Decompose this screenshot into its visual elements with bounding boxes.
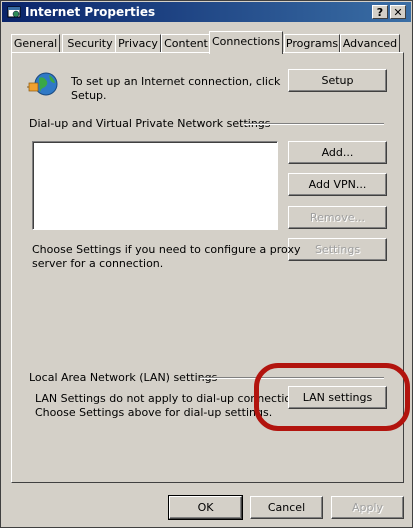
connections-listbox[interactable] (32, 141, 278, 230)
proxy-description-line2: server for a connection. (32, 257, 164, 270)
vpn-group-divider (244, 123, 384, 125)
tab-general[interactable]: General (11, 34, 60, 53)
vpn-section-heading: Dial-up and Virtual Private Network sett… (29, 117, 271, 130)
tab-security[interactable]: Security (62, 34, 118, 53)
internet-options-icon (7, 6, 21, 18)
highlight-annotation-ring (254, 363, 410, 431)
tab-privacy[interactable]: Privacy (115, 34, 161, 53)
tab-programs[interactable]: Programs (284, 34, 340, 53)
lan-description-line2: Choose Settings above for dial-up settin… (35, 406, 273, 419)
add-button[interactable]: Add... (288, 141, 387, 164)
tab-content[interactable]: Content (161, 34, 211, 53)
title-bar[interactable]: Internet Properties ? ✕ (2, 2, 411, 22)
window-title: Internet Properties (25, 5, 156, 19)
tab-advanced[interactable]: Advanced (340, 34, 400, 53)
add-vpn-button[interactable]: Add VPN... (288, 173, 387, 196)
internet-properties-dialog: Internet Properties ? ✕ General Security… (0, 0, 413, 528)
close-button[interactable]: ✕ (390, 5, 406, 19)
cancel-button[interactable]: Cancel (250, 496, 323, 519)
globe-connection-icon (27, 72, 58, 96)
lan-section-heading: Local Area Network (LAN) settings (29, 371, 218, 384)
setup-button[interactable]: Setup (288, 69, 387, 92)
apply-button[interactable]: Apply (331, 496, 404, 519)
ok-button[interactable]: OK (168, 495, 243, 520)
remove-button[interactable]: Remove... (288, 206, 387, 229)
setup-description-line2: Setup. (71, 89, 107, 102)
setup-description-line1: To set up an Internet connection, click (71, 75, 281, 88)
tab-connections[interactable]: Connections (209, 31, 283, 54)
help-button[interactable]: ? (372, 5, 388, 19)
settings-button[interactable]: Settings (288, 238, 387, 261)
proxy-description-line1: Choose Settings if you need to configure… (32, 243, 301, 256)
